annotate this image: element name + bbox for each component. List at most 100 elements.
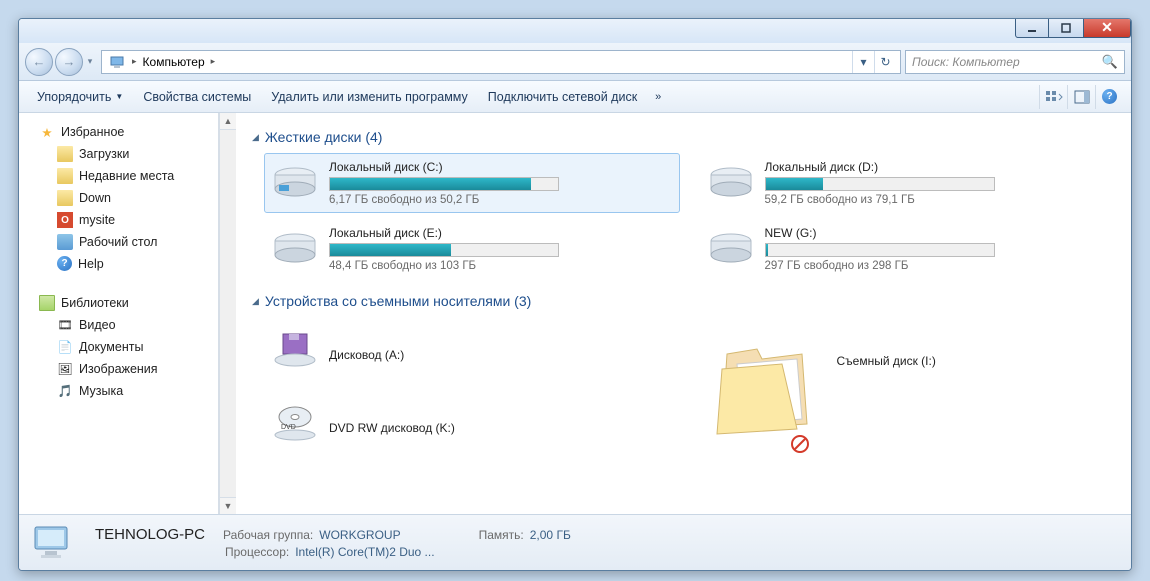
minimize-icon [1026,22,1038,34]
sidebar-item-recent[interactable]: Недавние места [19,165,218,187]
toolbar-overflow[interactable]: » [647,91,669,103]
address-dropdown-button[interactable]: ▾ [852,51,874,73]
close-icon: ✕ [1101,19,1113,36]
drive-free: 59,2 ГБ свободно из 79,1 ГБ [765,194,1109,206]
search-icon: 🔍 [1102,54,1118,70]
chevron-right-icon: ▸ [130,56,139,67]
sidebar-item-down[interactable]: Down [19,187,218,209]
map-network-drive-button[interactable]: Подключить сетевой диск [478,86,647,108]
scroll-up-button[interactable]: ▲ [220,113,236,130]
refresh-button[interactable]: ↻ [874,51,896,73]
sidebar-item-music[interactable]: 🎵Музыка [19,380,218,402]
sidebar-item-downloads[interactable]: Загрузки [19,143,218,165]
collapse-icon: ◢ [252,296,259,307]
forward-button[interactable]: → [55,48,83,76]
drive-name: Локальный диск (C:) [329,160,673,174]
maximize-button[interactable] [1049,18,1083,38]
help-icon: ? [1102,89,1117,104]
hdd-icon [271,231,319,267]
dvd-icon: DVD [271,405,319,441]
drive-free: 6,17 ГБ свободно из 50,2 ГБ [329,194,673,206]
star-icon: ★ [39,124,55,140]
desktop-icon [57,234,73,250]
breadcrumb-label: Компьютер [143,55,205,69]
chevron-down-icon: ▼ [115,92,123,101]
refresh-icon: ↻ [880,55,890,69]
drive-name: Съемный диск (I:) [837,354,1109,368]
sidebar-item-documents[interactable]: 📄Документы [19,336,218,358]
minimize-button[interactable] [1015,18,1049,38]
drive-name: DVD RW дисковод (K:) [329,421,673,435]
preview-pane-button[interactable] [1067,85,1095,109]
video-icon: 🎞 [57,317,73,333]
music-icon: 🎵 [57,383,73,399]
favorites-header[interactable]: ★ Избранное [19,121,218,143]
hdd-icon [271,165,319,201]
address-row: ← → ▾ ▸ Компьютер ▸ ▾ ↻ Поиск: Компьютер… [19,43,1131,81]
app-icon: O [57,212,73,228]
usage-bar [765,243,995,257]
navigation-pane: ★ Избранное Загрузки Недавние места Down… [19,113,219,514]
libraries-group: Библиотеки 🎞Видео 📄Документы 🖼Изображени… [19,292,218,402]
open-folder-icon [707,324,827,444]
collapse-icon: ◢ [252,132,259,143]
hdd-icon [707,165,755,201]
hdd-grid: Локальный диск (C:) 6,17 ГБ свободно из … [264,153,1115,279]
view-icon [1045,90,1063,104]
maximize-icon [1060,22,1072,34]
close-button[interactable]: ✕ [1083,18,1131,38]
drive-free: 48,4 ГБ свободно из 103 ГБ [329,260,673,272]
back-button[interactable]: ← [25,48,53,76]
drive-d[interactable]: Локальный диск (D:) 59,2 ГБ свободно из … [700,153,1116,213]
sidebar-item-desktop[interactable]: Рабочий стол [19,231,218,253]
computer-icon [31,523,79,563]
pictures-icon: 🖼 [57,361,73,377]
drive-i[interactable]: Съемный диск (I:) [700,317,1116,456]
nav-scrollbar[interactable]: ▲ ▼ [219,113,236,514]
removable-drop-target [707,324,827,449]
floppy-icon [271,332,319,368]
nav-buttons: ← → ▾ [25,48,97,76]
computer-name: TEHNOLOG-PC [95,526,205,543]
drive-k[interactable]: DVD DVD RW дисковод (K:) [264,390,680,457]
view-mode-button[interactable] [1039,85,1067,109]
sidebar-item-mysite[interactable]: Omysite [19,209,218,231]
arrow-left-icon: ← [33,54,46,69]
libraries-icon [39,295,55,311]
drive-g[interactable]: NEW (G:) 297 ГБ свободно из 298 ГБ [700,219,1116,279]
drive-a[interactable]: Дисковод (A:) [264,317,680,384]
scroll-down-button[interactable]: ▼ [220,497,236,514]
help-button[interactable]: ? [1095,85,1123,109]
preview-pane-icon [1074,90,1090,104]
sidebar-item-video[interactable]: 🎞Видео [19,314,218,336]
documents-icon: 📄 [57,339,73,355]
hdd-icon [707,231,755,267]
details-pane: TEHNOLOG-PC Рабочая группа: WORKGROUP Па… [19,514,1131,570]
drive-name: NEW (G:) [765,226,1109,240]
system-properties-button[interactable]: Свойства системы [133,86,261,108]
sidebar-item-pictures[interactable]: 🖼Изображения [19,358,218,380]
usage-bar [329,177,559,191]
folder-icon [57,168,73,184]
sidebar-item-help[interactable]: ?Help [19,253,218,274]
help-icon: ? [57,256,72,271]
libraries-header[interactable]: Библиотеки [19,292,218,314]
forbidden-icon [791,435,809,453]
search-input[interactable]: Поиск: Компьютер 🔍 [905,50,1125,74]
content-pane: ◢ Жесткие диски (4) Локальный диск (C:) … [236,113,1131,514]
favorites-group: ★ Избранное Загрузки Недавние места Down… [19,121,218,274]
breadcrumb-computer[interactable]: ▸ Компьютер ▸ [106,54,221,70]
folder-icon [57,146,73,162]
uninstall-program-button[interactable]: Удалить или изменить программу [261,86,478,108]
history-dropdown[interactable]: ▾ [83,48,97,76]
status-meta: TEHNOLOG-PC Рабочая группа: WORKGROUP Па… [95,526,571,559]
organize-button[interactable]: Упорядочить▼ [27,86,133,108]
address-bar[interactable]: ▸ Компьютер ▸ ▾ ↻ [101,50,901,74]
section-header-removable[interactable]: ◢ Устройства со съемными носителями (3) [252,293,1115,309]
section-header-hdd[interactable]: ◢ Жесткие диски (4) [252,129,1115,145]
address-bar-buttons: ▾ ↻ [852,51,896,73]
drive-c[interactable]: Локальный диск (C:) 6,17 ГБ свободно из … [264,153,680,213]
drive-free: 297 ГБ свободно из 298 ГБ [765,260,1109,272]
drive-e[interactable]: Локальный диск (E:) 48,4 ГБ свободно из … [264,219,680,279]
explorer-window: ✕ ← → ▾ ▸ Компьютер ▸ ▾ ↻ Поиск: Компьют… [18,18,1132,571]
